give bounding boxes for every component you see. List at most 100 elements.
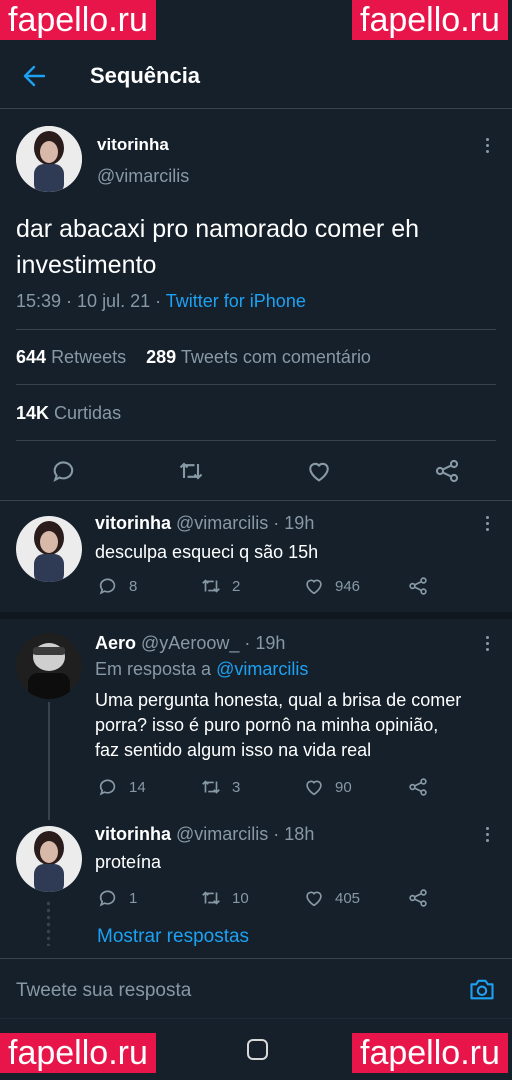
share-button[interactable] (407, 887, 429, 909)
composer-divider (0, 958, 512, 959)
main-like-button[interactable] (305, 457, 333, 490)
reply-header: Aero @yAeroow_ · 19h (95, 633, 285, 654)
comments-label[interactable]: Tweets com comentário (181, 347, 371, 367)
back-button[interactable] (20, 62, 50, 90)
likes-label[interactable]: Curtidas (54, 403, 121, 423)
reply-button[interactable]: 1 (97, 887, 137, 909)
header-divider (0, 108, 512, 109)
more-vertical-icon[interactable] (477, 824, 497, 844)
likes-summary: 14K Curtidas (16, 403, 121, 424)
reply-composer-input[interactable]: Tweete sua resposta (16, 980, 191, 1002)
avatar-vitorinha[interactable] (16, 826, 82, 892)
retweets-label[interactable]: Retweets (51, 347, 126, 367)
reply-count: 1 (129, 889, 138, 907)
reply-text: desculpa esqueci q são 15h (95, 542, 319, 562)
share-icon (409, 889, 427, 907)
share-icon (409, 778, 427, 796)
retweet-icon (202, 579, 220, 593)
camera-button[interactable] (468, 975, 496, 1008)
reply-icon (99, 890, 116, 907)
reply-author-name[interactable]: Aero (95, 633, 136, 653)
reply-text: proteína (95, 852, 162, 872)
retweet-count: 2 (232, 577, 241, 595)
reply-to-line: Em resposta a @vimarcilis (95, 659, 308, 680)
reply-meta: @vimarcilis · 18h (176, 824, 315, 844)
reply-to-label: Em resposta a (95, 659, 212, 679)
share-icon (409, 577, 427, 595)
reply-meta: @vimarcilis · 19h (176, 513, 315, 533)
reply-text-line3: faz sentido algum isso na vida real (95, 740, 372, 760)
divider-main-actions (0, 500, 512, 501)
more-vertical-icon[interactable] (477, 135, 497, 155)
reply-button[interactable]: 14 (97, 776, 146, 798)
reply-count: 14 (129, 778, 146, 796)
reply-icon (53, 461, 74, 482)
retweet-icon (202, 891, 220, 905)
watermark-top-right: fapello.ru (352, 0, 508, 40)
tweet-meta: 15:39 · 10 jul. 21 · Twitter for iPhone (16, 291, 306, 312)
author-name[interactable]: vitorinha (97, 135, 169, 155)
watermark-top-left: fapello.ru (0, 0, 156, 40)
back-arrow-icon (23, 65, 46, 87)
reply-button[interactable]: 8 (97, 575, 137, 597)
share-button[interactable] (407, 776, 429, 798)
reply-icon (99, 779, 116, 796)
comments-count[interactable]: 289 (146, 347, 176, 367)
like-button[interactable]: 946 (303, 575, 360, 597)
avatar-vitorinha[interactable] (16, 126, 82, 192)
likes-count[interactable]: 14K (16, 403, 49, 423)
reply-text-line1: Uma pergunta honesta, qual a brisa de co… (95, 690, 462, 710)
avatar-photo (16, 126, 82, 192)
retweet-icon (179, 462, 203, 480)
thread-line (48, 702, 50, 820)
like-button[interactable]: 405 (303, 887, 360, 909)
page-title: Sequência (90, 63, 201, 88)
watermark-bottom-left: fapello.ru (0, 1033, 156, 1073)
avatar-vitorinha[interactable] (16, 516, 82, 582)
home-button-icon[interactable] (247, 1039, 268, 1060)
more-vertical-icon[interactable] (477, 633, 497, 653)
like-count: 946 (335, 577, 361, 595)
watermark-bottom-right: fapello.ru (352, 1033, 508, 1073)
like-count: 405 (335, 889, 361, 907)
author-handle[interactable]: @vimarcilis (97, 166, 189, 187)
like-icon (309, 462, 329, 482)
retweet-count: 3 (232, 778, 241, 796)
reply-to-handle[interactable]: @vimarcilis (216, 659, 308, 679)
avatar-photo (16, 516, 82, 582)
thread-line-dotted (47, 900, 50, 946)
share-button[interactable] (407, 575, 429, 597)
retweet-icon (202, 780, 220, 794)
divider-engagement (16, 384, 496, 385)
like-icon (306, 780, 322, 796)
tweet-text-line2: investimento (16, 251, 157, 279)
show-replies-link[interactable]: Mostrar respostas (97, 926, 249, 948)
reply-header: vitorinha @vimarcilis · 19h (95, 513, 314, 534)
main-reply-button[interactable] (50, 457, 78, 490)
more-vertical-icon[interactable] (477, 513, 497, 533)
reply-author-name[interactable]: vitorinha (95, 824, 171, 844)
share-icon (435, 459, 459, 483)
retweet-button[interactable]: 3 (200, 776, 240, 798)
like-icon (306, 579, 322, 595)
reply-meta: @yAeroow_ · 19h (141, 633, 286, 653)
like-button[interactable]: 90 (303, 776, 352, 798)
reply-icon (99, 578, 116, 595)
main-retweet-button[interactable] (177, 457, 205, 490)
retweet-button[interactable]: 2 (200, 575, 240, 597)
retweet-button[interactable]: 10 (200, 887, 249, 909)
reply-author-name[interactable]: vitorinha (95, 513, 171, 533)
like-count: 90 (335, 778, 352, 796)
avatar-photo (16, 826, 82, 892)
section-separator (0, 612, 512, 619)
retweet-count: 10 (232, 889, 249, 907)
tweet-text-line1: dar abacaxi pro namorado comer eh (16, 215, 420, 243)
retweets-count[interactable]: 644 (16, 347, 46, 367)
avatar-aero[interactable] (16, 633, 82, 699)
reply-count: 8 (129, 577, 138, 595)
camera-icon (470, 979, 494, 1000)
engagement-counts: 644 Retweets 289 Tweets com comentário (16, 347, 371, 368)
tweet-source-link[interactable]: Twitter for iPhone (166, 291, 306, 311)
avatar-photo (16, 633, 82, 699)
main-share-button[interactable] (433, 457, 461, 490)
